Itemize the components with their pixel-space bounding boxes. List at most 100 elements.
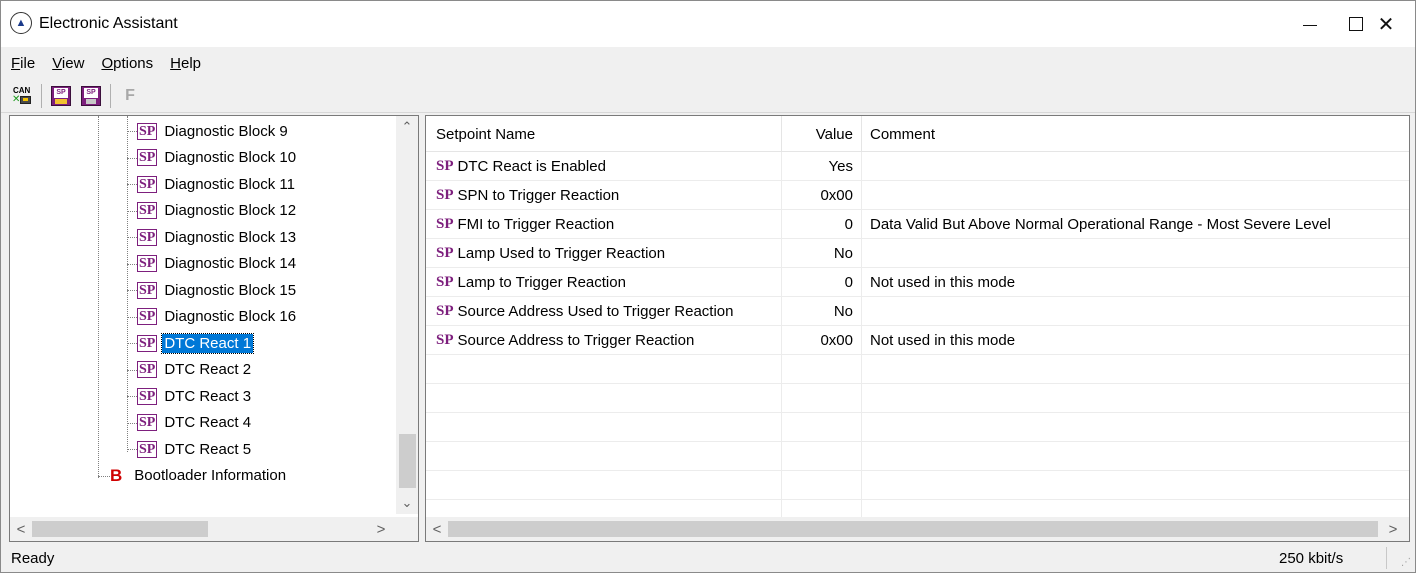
setpoint-name-text: Source Address to Trigger Reaction xyxy=(457,332,695,349)
status-bar: Ready 250 kbit/s ⋰ xyxy=(1,545,1415,572)
table-row[interactable]: SP SPN to Trigger Reaction 0x00 xyxy=(426,181,1409,210)
setpoint-icon: SP xyxy=(137,175,158,193)
tree-node-bootloader[interactable]: B Bootloader Information xyxy=(110,463,288,489)
cell-comment: Data Valid But Above Normal Operational … xyxy=(870,216,1331,233)
status-separator xyxy=(1386,547,1387,569)
tree-horizontal-scrollbar[interactable]: < > xyxy=(10,517,396,541)
tree-vertical-scrollbar[interactable]: ⌃ ⌄ xyxy=(396,116,418,514)
table-row[interactable]: SP DTC React is Enabled Yes xyxy=(426,152,1409,181)
tree-node[interactable]: SP DTC React 3 xyxy=(137,383,253,409)
cell-value xyxy=(782,355,862,384)
tree-rows: SP Diagnostic Block 9 SP Diagnostic Block 1… xyxy=(10,116,394,514)
cell-value[interactable]: No xyxy=(782,297,862,326)
scroll-down-arrow-icon[interactable]: ⌄ xyxy=(396,492,418,514)
can-connect-button[interactable]: CAN ✕ xyxy=(9,83,35,109)
cell-setpoint-name: SP Lamp Used to Trigger Reaction xyxy=(426,239,782,268)
table-row[interactable]: SP FMI to Trigger Reaction 0 Data Valid But… xyxy=(426,210,1409,239)
menu-file-mnemonic: F xyxy=(11,54,21,72)
menu-view[interactable]: View xyxy=(52,55,84,72)
load-setpoint-icon: SP xyxy=(51,85,71,106)
setpoint-grid[interactable]: Setpoint Name Value Comment SP DTC React … xyxy=(425,115,1410,542)
tree-node[interactable]: SP Diagnostic Block 16 xyxy=(137,304,298,330)
column-header-value[interactable]: Value xyxy=(782,116,862,152)
tree-connector xyxy=(127,290,137,291)
scroll-left-arrow-icon[interactable]: < xyxy=(10,517,32,541)
cell-comment xyxy=(862,471,1409,500)
setpoint-icon: SP xyxy=(137,334,158,352)
scrollbar-corner xyxy=(396,517,418,541)
tree-node-label: Diagnostic Block 9 xyxy=(164,122,288,140)
scroll-left-arrow-icon[interactable]: < xyxy=(426,517,448,541)
tree-node[interactable]: SP Diagnostic Block 10 xyxy=(137,145,298,171)
menu-help-mnemonic: H xyxy=(170,54,181,72)
load-setpoint-button[interactable]: SP xyxy=(48,83,74,109)
column-header-name[interactable]: Setpoint Name xyxy=(426,116,782,152)
resize-grip-icon[interactable]: ⋰ xyxy=(1401,557,1411,568)
cell-value xyxy=(782,471,862,500)
table-row[interactable]: SP Lamp Used to Trigger Reaction No xyxy=(426,239,1409,268)
save-setpoint-icon-label: SP xyxy=(84,87,98,98)
app-window: ▲ Electronic Assistant ✕ File View Optio… xyxy=(0,0,1416,573)
tree-connector xyxy=(127,184,137,185)
tree-node[interactable]: SP Diagnostic Block 15 xyxy=(137,277,298,303)
empty-table-row xyxy=(426,413,1409,442)
cell-value[interactable]: 0x00 xyxy=(782,181,862,210)
tree-node-label: Diagnostic Block 12 xyxy=(164,202,297,219)
tree-node-label: DTC React 4 xyxy=(164,414,252,431)
cell-setpoint-name xyxy=(426,384,782,413)
menu-help[interactable]: Help xyxy=(170,55,201,72)
tree-node-label: Diagnostic Block 16 xyxy=(164,308,297,325)
flash-button[interactable]: F xyxy=(117,83,143,109)
scroll-right-arrow-icon[interactable]: > xyxy=(1382,517,1404,541)
tree-horizontal-scroll-thumb[interactable] xyxy=(32,521,208,537)
tree-node[interactable]: SP Diagnostic Block 11 xyxy=(137,171,297,197)
cell-value[interactable]: Yes xyxy=(782,152,862,181)
tree-view[interactable]: SP Diagnostic Block 9 SP Diagnostic Block 1… xyxy=(9,115,419,542)
cell-setpoint-name: SP SPN to Trigger Reaction xyxy=(426,181,782,210)
save-setpoint-icon: SP xyxy=(81,85,101,106)
cell-value xyxy=(782,413,862,442)
cell-comment xyxy=(862,181,1409,210)
tree-vertical-scroll-thumb[interactable] xyxy=(399,434,416,488)
tree-connector xyxy=(127,237,137,238)
tree-node[interactable]: SP Diagnostic Block 9 xyxy=(137,118,290,144)
scroll-right-arrow-icon[interactable]: > xyxy=(370,517,392,541)
minimize-button[interactable] xyxy=(1287,1,1333,47)
save-setpoint-button[interactable]: SP xyxy=(78,83,104,109)
cell-value[interactable]: 0x00 xyxy=(782,326,862,355)
cell-value[interactable]: 0 xyxy=(782,210,862,239)
tree-node[interactable]: SP Diagnostic Block 14 xyxy=(137,251,298,277)
table-row[interactable]: SP Lamp to Trigger Reaction 0 Not used in t… xyxy=(426,268,1409,297)
load-setpoint-icon-label: SP xyxy=(54,87,68,98)
tree-node-label: DTC React 3 xyxy=(164,387,252,405)
bootloader-icon: B xyxy=(110,465,123,485)
setpoint-icon: SP xyxy=(137,228,158,246)
table-row[interactable]: SP Source Address to Trigger Reaction 0x00… xyxy=(426,326,1409,355)
cell-comment xyxy=(862,355,1409,384)
tree-node[interactable]: SP DTC React 5 xyxy=(137,436,253,462)
table-row[interactable]: SP Source Address Used to Trigger Reactio… xyxy=(426,297,1409,326)
tree-node[interactable]: SP Diagnostic Block 13 xyxy=(137,224,298,250)
menu-file[interactable]: File xyxy=(11,55,35,72)
tree-node[interactable]: SP DTC React 1 xyxy=(137,330,255,356)
scroll-up-arrow-icon[interactable]: ⌃ xyxy=(396,116,418,138)
grid-horizontal-scroll-thumb[interactable] xyxy=(448,521,1378,537)
cell-value[interactable]: 0 xyxy=(782,268,862,297)
cell-comment xyxy=(862,413,1409,442)
toolbar: CAN ✕ SP SP F xyxy=(1,79,1415,113)
close-button[interactable]: ✕ xyxy=(1357,1,1415,47)
cell-comment: Not used in this mode xyxy=(870,274,1016,291)
cell-value[interactable]: No xyxy=(782,239,862,268)
grid-horizontal-scrollbar[interactable]: < > xyxy=(426,517,1409,541)
tree-node-label: Diagnostic Block 13 xyxy=(164,228,297,246)
cell-setpoint-name xyxy=(426,442,782,471)
setpoint-icon: SP xyxy=(436,245,454,261)
column-header-comment[interactable]: Comment xyxy=(862,116,1409,152)
setpoint-icon: SP xyxy=(436,332,454,348)
tree-node[interactable]: SP DTC React 4 xyxy=(137,410,253,436)
can-x-glyph: ✕ xyxy=(12,93,21,105)
menu-options[interactable]: Options xyxy=(101,55,153,72)
tree-node[interactable]: SP DTC React 2 xyxy=(137,357,253,383)
tree-node[interactable]: SP Diagnostic Block 12 xyxy=(137,198,298,224)
cell-comment xyxy=(862,152,1409,181)
